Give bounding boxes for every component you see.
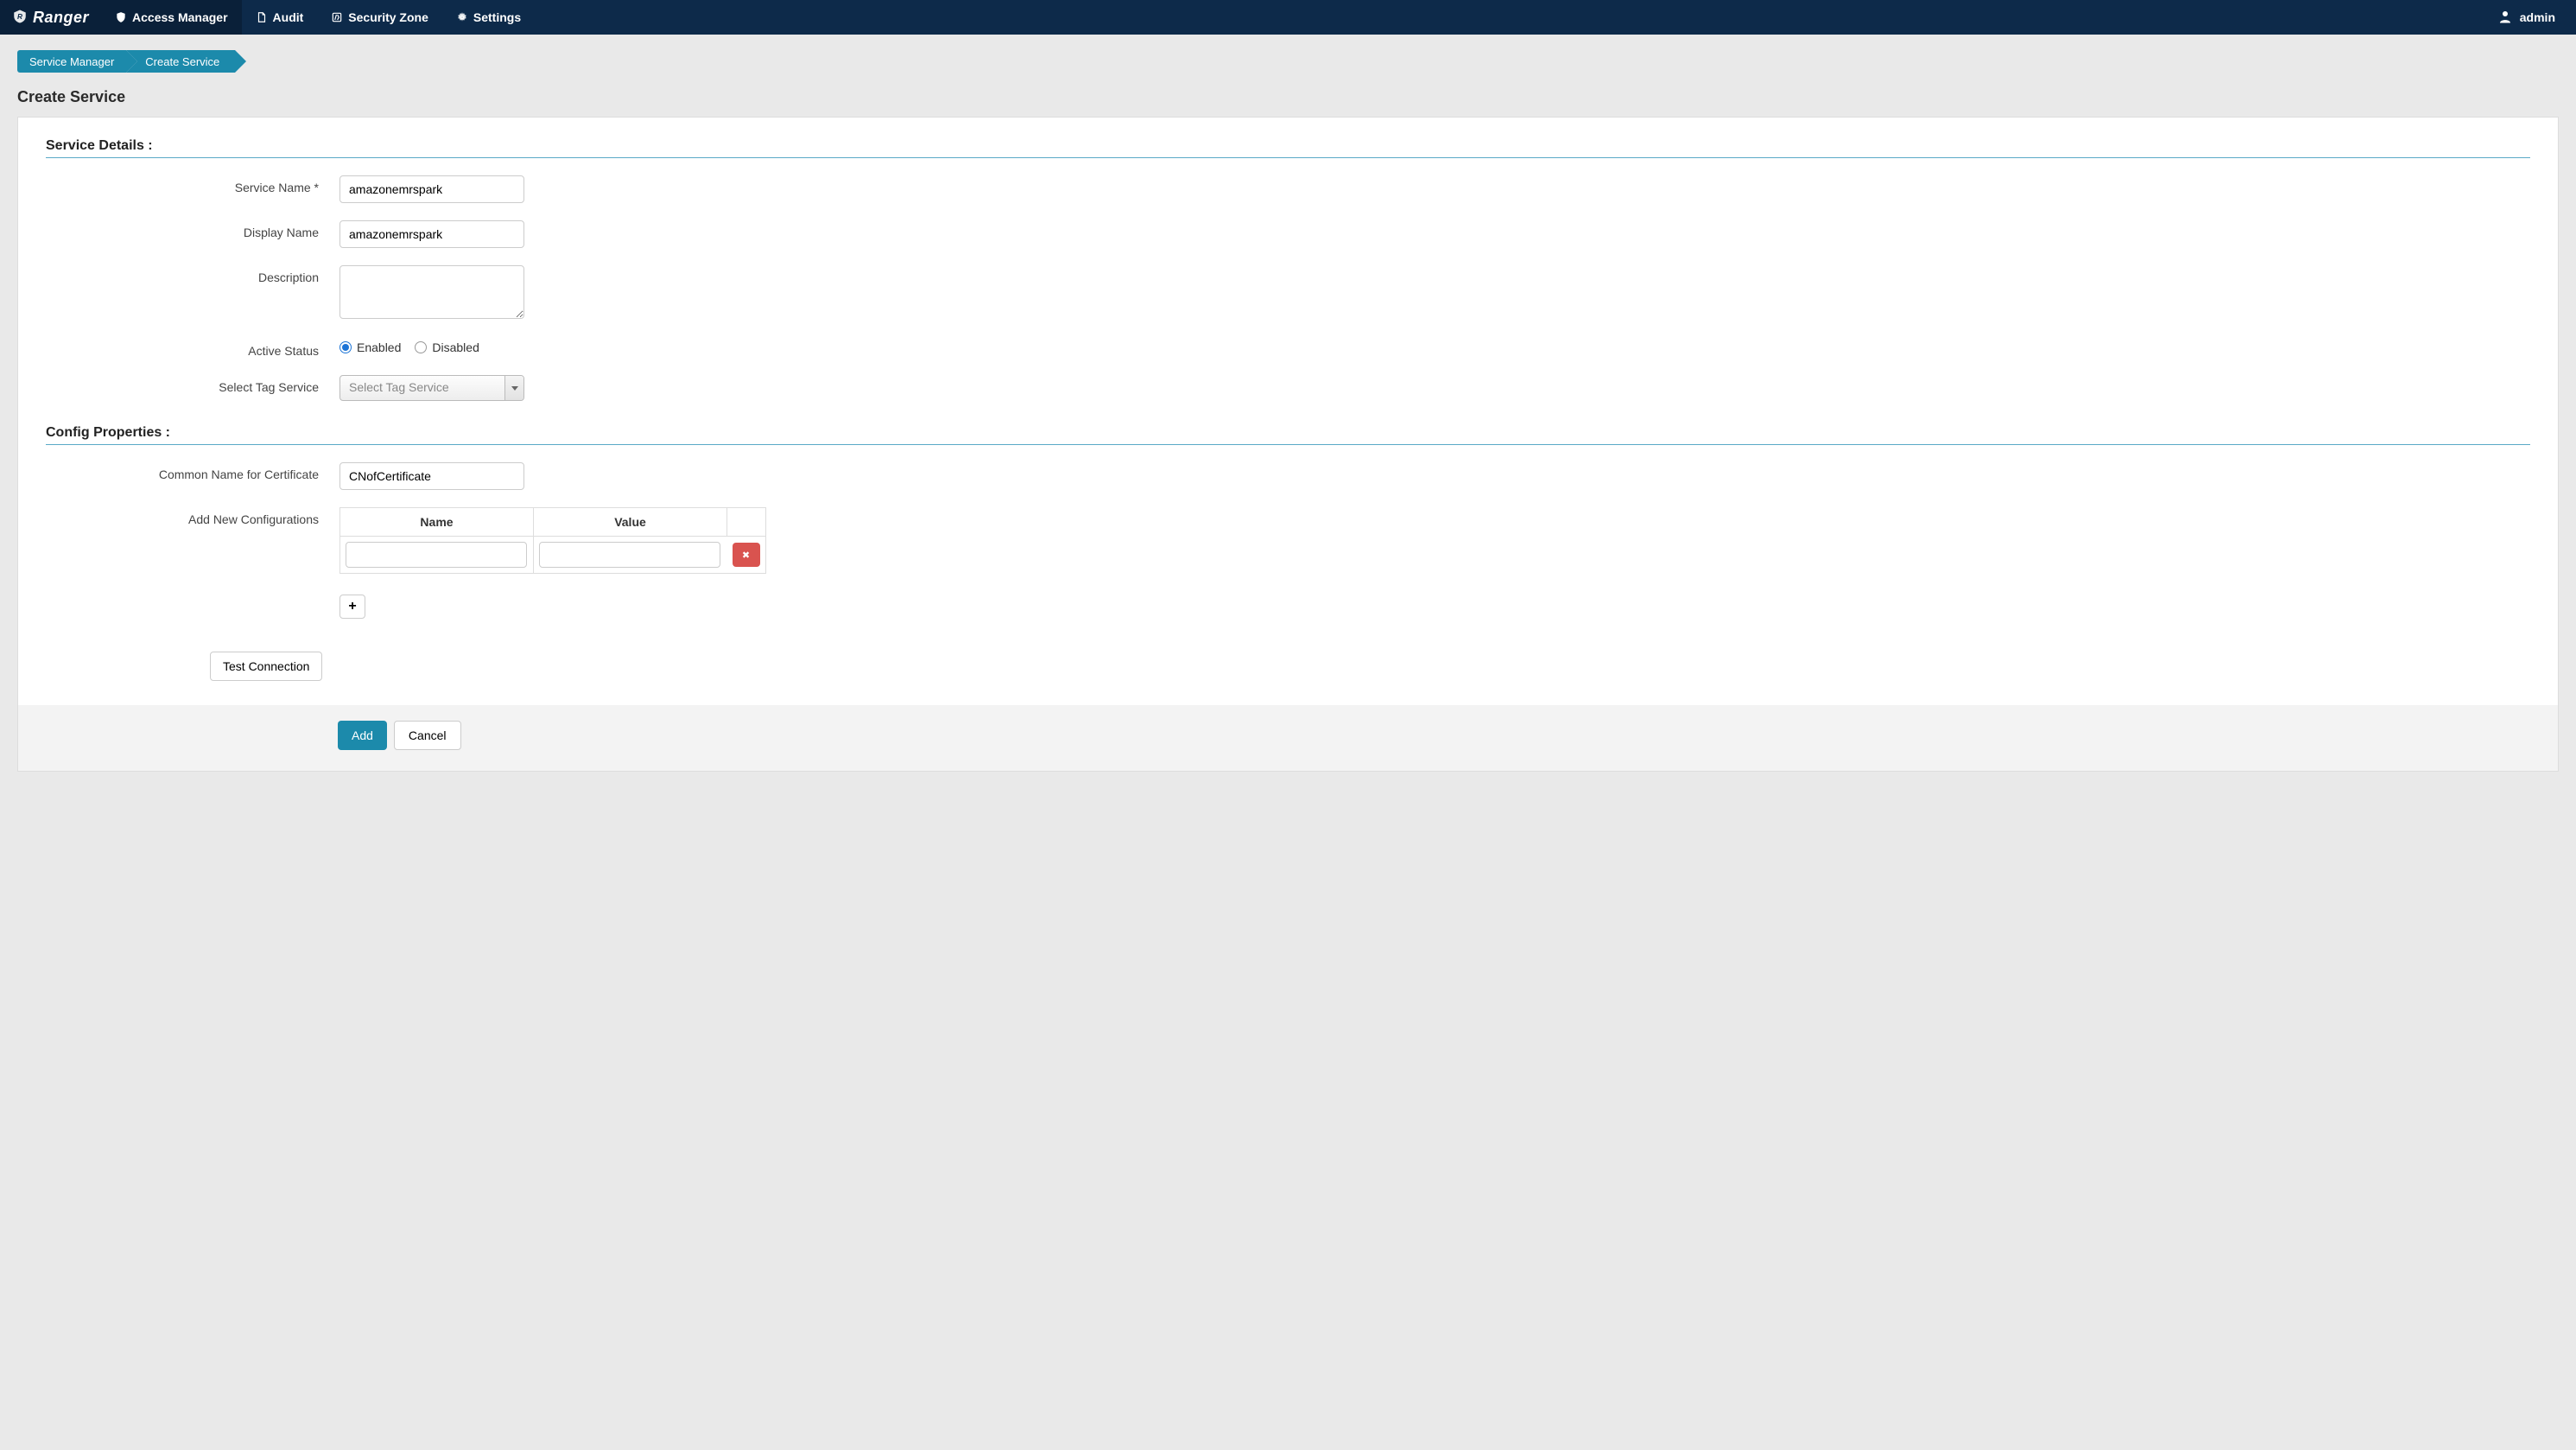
- tag-service-select[interactable]: Select Tag Service: [339, 375, 524, 401]
- user-name: admin: [2520, 10, 2555, 24]
- nav-items: Access Manager Audit Security Zone Setti…: [101, 0, 535, 35]
- col-action-header: [727, 508, 766, 537]
- ranger-logo-icon: R: [12, 8, 28, 28]
- radio-enabled[interactable]: Enabled: [339, 340, 401, 354]
- brand-text: Ranger: [33, 9, 89, 27]
- nav-security-zone[interactable]: Security Zone: [317, 0, 442, 35]
- top-nav: R Ranger Access Manager Audit Security Z…: [0, 0, 2576, 35]
- add-configs-label: Add New Configurations: [46, 507, 339, 526]
- breadcrumb: Service Manager Create Service: [17, 50, 2559, 73]
- svg-text:R: R: [17, 13, 22, 21]
- button-label: Add: [352, 728, 373, 742]
- document-icon: [256, 11, 268, 23]
- config-name-input[interactable]: [346, 542, 527, 568]
- add-button[interactable]: Add: [338, 721, 387, 750]
- nav-label: Security Zone: [348, 10, 428, 24]
- gear-icon: [456, 11, 468, 23]
- nav-label: Access Manager: [132, 10, 228, 24]
- service-details-header: Service Details :: [46, 138, 2530, 158]
- breadcrumb-container: Service Manager Create Service: [0, 35, 2576, 79]
- config-table: Name Value ✖: [339, 507, 766, 574]
- radio-icon: [415, 341, 427, 353]
- crumb-label: Create Service: [145, 55, 219, 68]
- active-status-label: Active Status: [46, 339, 339, 358]
- breadcrumb-create-service[interactable]: Create Service: [126, 50, 235, 73]
- user-menu[interactable]: admin: [2477, 9, 2576, 27]
- col-name-header: Name: [340, 508, 534, 537]
- add-row-button[interactable]: +: [339, 595, 365, 619]
- page-title: Create Service: [0, 79, 2576, 117]
- service-name-input[interactable]: [339, 175, 524, 203]
- radio-label: Disabled: [432, 340, 479, 354]
- breadcrumb-service-manager[interactable]: Service Manager: [17, 50, 126, 73]
- form-footer: Add Cancel: [18, 705, 2558, 771]
- close-icon: ✖: [742, 550, 750, 561]
- description-textarea[interactable]: [339, 265, 524, 319]
- col-value-header: Value: [534, 508, 727, 537]
- radio-label: Enabled: [357, 340, 401, 354]
- nav-access-manager[interactable]: Access Manager: [101, 0, 242, 35]
- button-label: Test Connection: [223, 659, 309, 673]
- chevron-down-icon: [504, 376, 523, 400]
- brand[interactable]: R Ranger: [0, 0, 101, 35]
- description-label: Description: [46, 265, 339, 284]
- tag-service-label: Select Tag Service: [46, 375, 339, 394]
- shield-icon: [115, 11, 127, 23]
- display-name-label: Display Name: [46, 220, 339, 239]
- plus-icon: +: [348, 599, 356, 614]
- common-name-input[interactable]: [339, 462, 524, 490]
- button-label: Cancel: [409, 728, 447, 742]
- crumb-label: Service Manager: [29, 55, 114, 68]
- display-name-input[interactable]: [339, 220, 524, 248]
- select-placeholder: Select Tag Service: [340, 376, 504, 400]
- nav-label: Audit: [273, 10, 304, 24]
- nav-audit[interactable]: Audit: [242, 0, 318, 35]
- user-icon: [2497, 9, 2513, 27]
- nav-settings[interactable]: Settings: [442, 0, 535, 35]
- zone-icon: [331, 11, 343, 23]
- config-properties-header: Config Properties :: [46, 425, 2530, 445]
- test-connection-button[interactable]: Test Connection: [210, 652, 322, 681]
- form-card: Service Details : Service Name * Display…: [17, 117, 2559, 772]
- service-name-label: Service Name *: [46, 175, 339, 194]
- radio-icon: [339, 341, 352, 353]
- config-row: ✖: [340, 537, 766, 574]
- radio-disabled[interactable]: Disabled: [415, 340, 479, 354]
- cancel-button[interactable]: Cancel: [394, 721, 461, 750]
- config-value-input[interactable]: [539, 542, 720, 568]
- delete-row-button[interactable]: ✖: [733, 543, 760, 567]
- nav-label: Settings: [473, 10, 521, 24]
- common-name-label: Common Name for Certificate: [46, 462, 339, 481]
